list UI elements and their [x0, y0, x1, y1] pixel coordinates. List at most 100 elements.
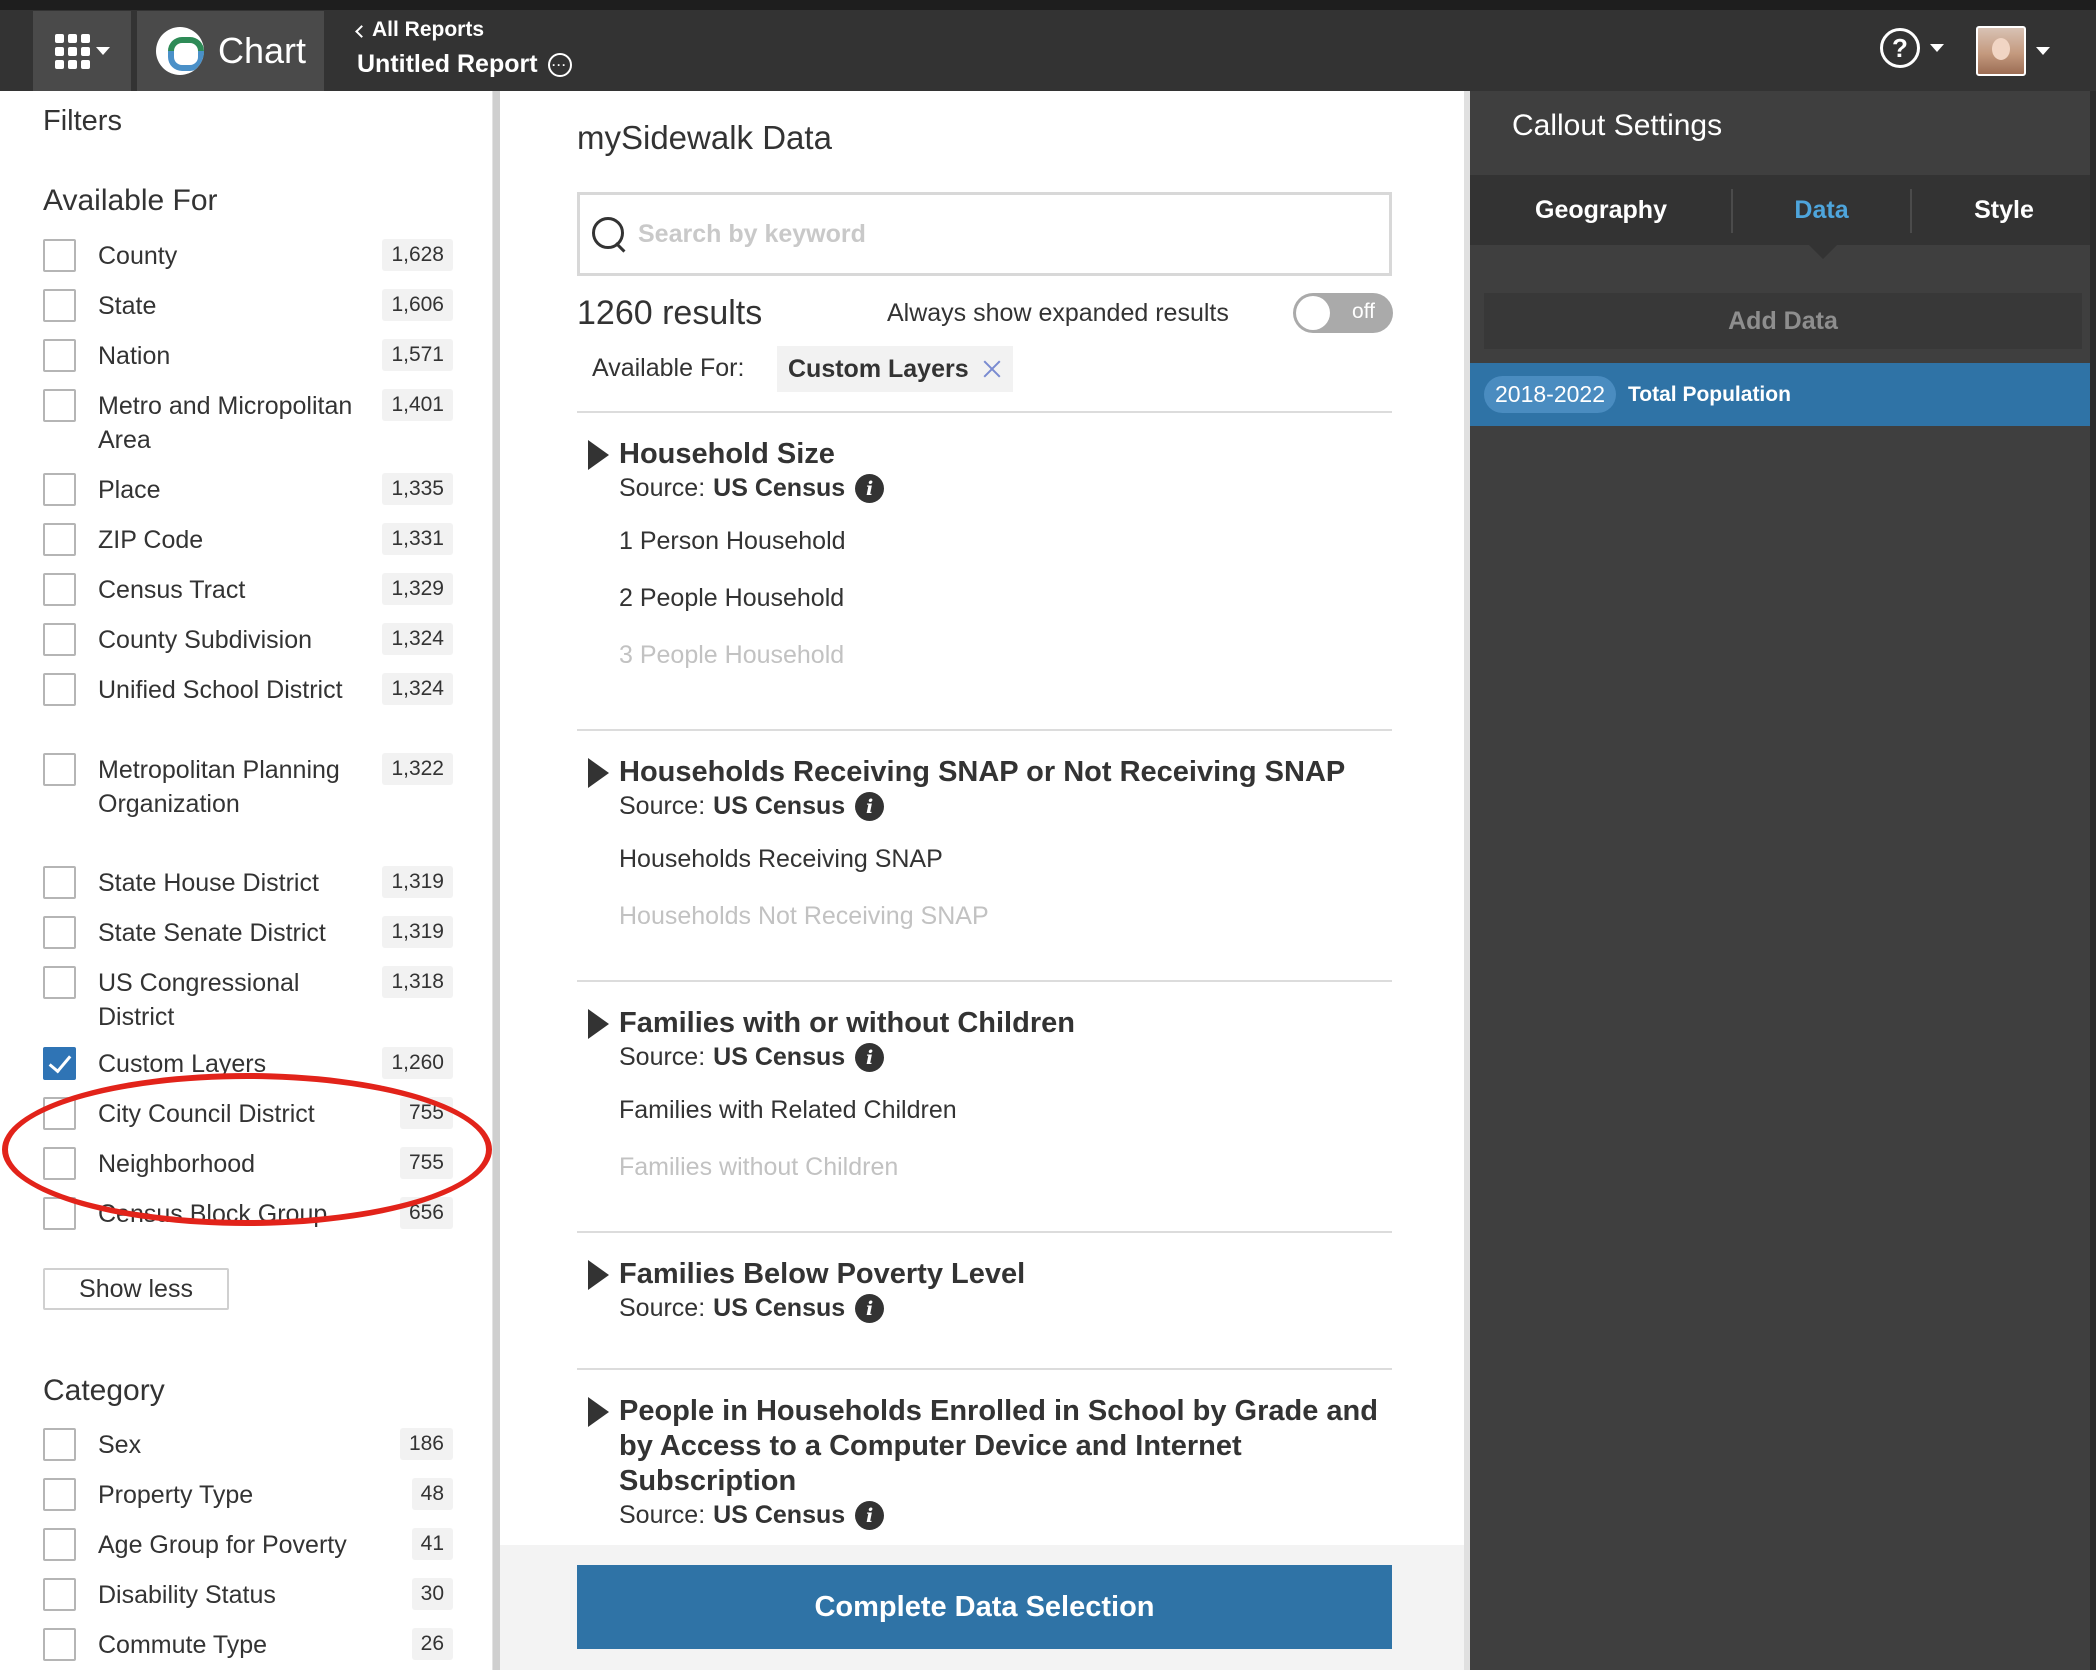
source-name: US Census: [713, 474, 846, 502]
checkbox[interactable]: [43, 1428, 76, 1461]
expand-triangle-icon[interactable]: [588, 440, 609, 470]
checkbox[interactable]: [43, 673, 76, 706]
expand-triangle-icon[interactable]: [588, 1397, 609, 1427]
source-line: Source: US Census i: [619, 1043, 1392, 1072]
panel-title: mySidewalk Data: [577, 119, 832, 156]
window-strip: [0, 0, 2096, 10]
selected-data-name: Total Population: [1628, 382, 1791, 406]
source-label: Source:: [619, 474, 706, 502]
checkbox[interactable]: [43, 966, 76, 999]
active-tab-pointer: [1809, 245, 1837, 259]
info-icon[interactable]: i: [855, 474, 885, 503]
checkbox[interactable]: [43, 1097, 76, 1130]
info-icon[interactable]: i: [855, 1501, 885, 1530]
checkbox[interactable]: [43, 1147, 76, 1180]
chart-app-button[interactable]: Chart: [137, 11, 324, 91]
checkbox[interactable]: [43, 339, 76, 372]
result-group-title[interactable]: People in Households Enrolled in School …: [619, 1394, 1392, 1499]
checkbox[interactable]: [43, 523, 76, 556]
result-group-title[interactable]: Households Receiving SNAP or Not Receivi…: [619, 755, 1392, 790]
filter-option-count: 48: [411, 1478, 453, 1510]
callout-settings-panel: Callout Settings Geography Data Style Ad…: [1470, 91, 2096, 1670]
checkbox-checked[interactable]: [43, 1047, 76, 1080]
filter-option-count: 1,329: [382, 573, 453, 605]
filter-option-label: County: [98, 242, 178, 270]
result-group-title[interactable]: Families Below Poverty Level: [619, 1257, 1392, 1292]
checkbox[interactable]: [43, 239, 76, 272]
tab-style[interactable]: Style: [1912, 175, 2096, 245]
apps-menu-button[interactable]: [33, 11, 131, 91]
checkbox[interactable]: [43, 1478, 76, 1511]
filter-option-count: 26: [411, 1628, 453, 1660]
filter-option-count: 1,324: [382, 623, 453, 655]
variable-item[interactable]: Families with Related Children: [619, 1092, 1392, 1129]
variable-item[interactable]: 2 People Household: [619, 580, 1392, 617]
selected-data-row[interactable]: 2018-2022 Total Population: [1470, 363, 2096, 426]
report-title[interactable]: Untitled Report ···: [357, 50, 572, 79]
all-reports-link[interactable]: All Reports: [355, 18, 572, 42]
info-icon[interactable]: i: [855, 1043, 885, 1072]
close-icon[interactable]: [983, 360, 1001, 378]
variable-item[interactable]: 3 People Household: [619, 637, 1392, 674]
complete-data-selection-button[interactable]: Complete Data Selection: [577, 1565, 1392, 1649]
checkbox[interactable]: [43, 573, 76, 606]
filter-option-count: 1,324: [382, 673, 453, 705]
checkbox[interactable]: [43, 1628, 76, 1661]
filter-option-label: Property Type: [98, 1481, 254, 1509]
results-count: 1260 results: [577, 294, 763, 332]
info-icon[interactable]: i: [855, 1294, 885, 1323]
filter-option-label: Census Tract: [98, 576, 246, 604]
result-group: Household Size Source: US Census i 1 Person …: [577, 411, 1392, 729]
filter-option-label: Sex: [98, 1431, 142, 1459]
avatar: [1976, 26, 2026, 76]
checkbox[interactable]: [43, 1197, 76, 1230]
checkbox[interactable]: [43, 753, 76, 786]
info-icon[interactable]: i: [855, 792, 885, 821]
search-box[interactable]: [577, 192, 1392, 276]
expand-results-toggle[interactable]: off: [1293, 293, 1393, 333]
help-icon: ?: [1880, 28, 1920, 68]
checkbox[interactable]: [43, 389, 76, 422]
active-filter-chip: Custom Layers: [777, 346, 1013, 392]
filter-option-label: Unified School District: [98, 676, 343, 704]
expand-triangle-icon[interactable]: [588, 1009, 609, 1039]
filter-option-count: 1,319: [382, 866, 453, 898]
expand-triangle-icon[interactable]: [588, 1260, 609, 1290]
results-list: Household Size Source: US Census i 1 Person …: [577, 411, 1392, 1634]
variable-item[interactable]: 1 Person Household: [619, 523, 1392, 560]
result-group-title[interactable]: Household Size: [619, 437, 1392, 472]
filter-option-count: 1,571: [382, 339, 453, 371]
filter-option-label: Metro and Micropolitan Area: [98, 392, 353, 454]
expand-triangle-icon[interactable]: [588, 758, 609, 788]
user-menu-button[interactable]: [1976, 26, 2050, 76]
checkbox[interactable]: [43, 1578, 76, 1611]
result-group: People in Households Enrolled in School …: [577, 1368, 1392, 1575]
tab-geography[interactable]: Geography: [1470, 175, 1732, 245]
show-less-button[interactable]: Show less: [43, 1268, 229, 1310]
filters-scrollbar[interactable]: [493, 91, 500, 1670]
add-data-button[interactable]: Add Data: [1484, 293, 2082, 349]
available-for-label: Available For:: [592, 354, 745, 382]
variable-item[interactable]: Families without Children: [619, 1149, 1392, 1186]
checkbox[interactable]: [43, 473, 76, 506]
filter-option-label: Neighborhood: [98, 1150, 256, 1178]
checkbox[interactable]: [43, 289, 76, 322]
checkbox[interactable]: [43, 916, 76, 949]
checkbox[interactable]: [43, 623, 76, 656]
filter-option-label: Census Block Group: [98, 1200, 328, 1228]
result-group-title[interactable]: Families with or without Children: [619, 1006, 1392, 1041]
checkbox[interactable]: [43, 866, 76, 899]
filter-option-count: 656: [399, 1197, 453, 1229]
variable-item[interactable]: Households Not Receiving SNAP: [619, 898, 1392, 935]
filter-option-label: Age Group for Poverty: [98, 1531, 347, 1559]
apps-grid-icon: [54, 33, 90, 69]
tab-data[interactable]: Data: [1733, 175, 1910, 245]
search-input[interactable]: [638, 219, 1338, 249]
help-menu-button[interactable]: ?: [1880, 28, 1944, 68]
more-options-icon[interactable]: ···: [547, 52, 572, 77]
filter-option-count: 1,318: [382, 966, 453, 998]
variable-item[interactable]: Households Receiving SNAP: [619, 841, 1392, 878]
chart-logo-icon: [156, 27, 204, 75]
checkbox[interactable]: [43, 1528, 76, 1561]
result-group: Families with or without Children Source:…: [577, 980, 1392, 1231]
